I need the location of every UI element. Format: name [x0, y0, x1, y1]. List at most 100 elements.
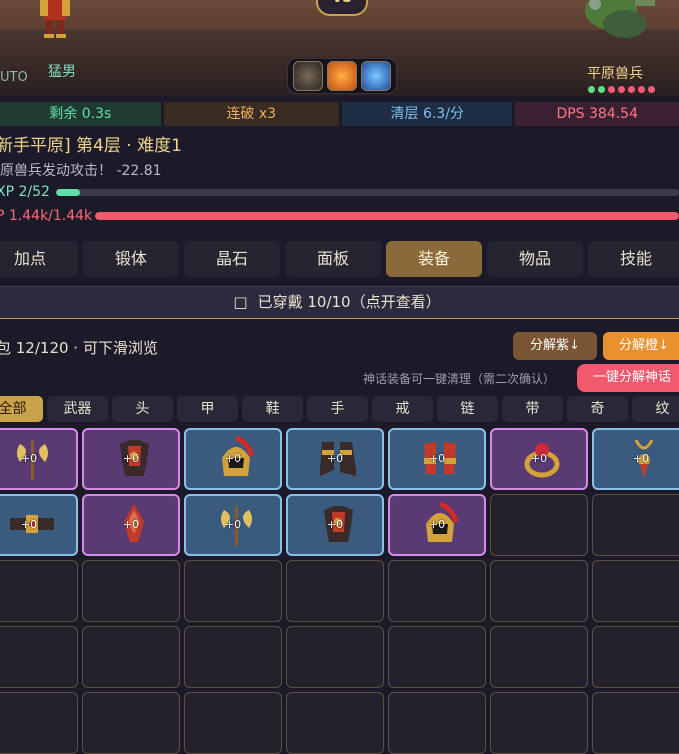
filter-3[interactable]: 甲	[177, 396, 238, 422]
item-level: +0	[224, 452, 242, 465]
tab-2[interactable]: 晶石	[184, 241, 280, 277]
inventory-slot-empty[interactable]	[592, 692, 679, 754]
inventory-slot-empty[interactable]	[592, 626, 679, 688]
tab-3[interactable]: 面板	[285, 241, 381, 277]
item-level: +0	[326, 452, 344, 465]
item-level: +0	[530, 452, 548, 465]
stat-chip: 剩余 0.3s	[0, 102, 161, 126]
inventory-slot-empty[interactable]	[184, 560, 282, 622]
decompose-myth-button[interactable]: 一键分解神话	[577, 364, 679, 392]
inventory-slot-empty[interactable]	[490, 560, 588, 622]
filter-8[interactable]: 带	[502, 396, 563, 422]
inventory-slot[interactable]: +0	[286, 428, 384, 490]
inventory-slot[interactable]: +0	[184, 428, 282, 490]
item-level: +0	[428, 518, 446, 531]
inventory-slot-empty[interactable]	[490, 692, 588, 754]
inventory-slot[interactable]: +0	[82, 428, 180, 490]
filter-1[interactable]: 武器	[47, 396, 108, 422]
inventory-slot-empty[interactable]	[286, 692, 384, 754]
inventory-slot[interactable]: +0	[82, 494, 180, 556]
inventory-slot[interactable]: +0	[388, 494, 486, 556]
equipped-summary-label: 已穿戴 10/10（点开查看）	[257, 293, 441, 311]
inventory-slot-empty[interactable]	[286, 626, 384, 688]
inventory-slot-empty[interactable]	[82, 692, 180, 754]
combat-log: 原兽兵发动攻击！ -22.81	[0, 163, 162, 179]
filter-7[interactable]: 链	[437, 396, 498, 422]
inventory-slot[interactable]: +0	[0, 494, 78, 556]
xp-label: XP 2/52	[0, 184, 50, 200]
skill-bar	[287, 58, 397, 94]
status-dot	[608, 86, 615, 93]
inventory-slot-empty[interactable]	[286, 560, 384, 622]
tab-5[interactable]: 物品	[487, 241, 583, 277]
vs-badge: VS	[316, 0, 368, 16]
inventory-slot[interactable]: +0	[0, 428, 78, 490]
inventory-slot-empty[interactable]	[592, 494, 679, 556]
frost-icon[interactable]	[361, 61, 391, 91]
wolf-icon[interactable]	[293, 61, 323, 91]
tab-4[interactable]: 装备	[386, 241, 482, 277]
filter-9[interactable]: 奇	[567, 396, 628, 422]
inventory-slot-empty[interactable]	[184, 692, 282, 754]
item-level: +0	[632, 452, 650, 465]
tab-1[interactable]: 锻体	[83, 241, 179, 277]
filter-0[interactable]: 全部	[0, 396, 43, 422]
inventory-slot-empty[interactable]	[388, 560, 486, 622]
tab-6[interactable]: 技能	[588, 241, 679, 277]
inventory-grid: +0 +0 +0 +0 +0 +0 +0 +0 +0 +0 +0 +0	[0, 428, 679, 754]
inventory-slot-empty[interactable]	[0, 626, 78, 688]
inventory-slot[interactable]: +0	[388, 428, 486, 490]
stat-chip: 连破 x3	[163, 102, 339, 126]
status-dot	[618, 86, 625, 93]
item-level: +0	[20, 518, 38, 531]
status-dot	[588, 86, 595, 93]
xp-bar	[56, 189, 679, 196]
tab-0[interactable]: 加点	[0, 241, 78, 277]
status-dot	[598, 86, 605, 93]
inventory-slot-empty[interactable]	[592, 560, 679, 622]
inventory-slot-empty[interactable]	[490, 494, 588, 556]
item-level: +0	[122, 452, 140, 465]
stat-chip: DPS 384.54	[515, 102, 679, 126]
battle-banner: VS UTO 猛男 平原兽兵	[0, 0, 679, 96]
inventory-slot[interactable]: +0	[286, 494, 384, 556]
auto-toggle[interactable]: UTO	[0, 70, 28, 85]
equipped-summary-button[interactable]: □ 已穿戴 10/10（点开查看）	[0, 286, 679, 319]
fire-icon[interactable]	[327, 61, 357, 91]
filter-5[interactable]: 手	[307, 396, 368, 422]
item-level: +0	[20, 452, 38, 465]
status-dot	[638, 86, 645, 93]
item-level: +0	[428, 452, 446, 465]
hp-label: P 1.44k/1.44k	[0, 208, 93, 224]
filter-2[interactable]: 头	[112, 396, 173, 422]
filter-10[interactable]: 纹	[632, 396, 679, 422]
status-dot	[628, 86, 635, 93]
inventory-slot-empty[interactable]	[490, 626, 588, 688]
inventory-slot[interactable]: +0	[490, 428, 588, 490]
inventory-slot-empty[interactable]	[184, 626, 282, 688]
enemy-sprite	[585, 0, 655, 38]
xp-bar-fill	[56, 189, 80, 196]
enemy-name: 平原兽兵	[587, 66, 643, 82]
decompose-purple-button[interactable]: 分解紫↓	[513, 332, 597, 360]
myth-hint-text: 神话装备可一键清理（需二次确认）	[363, 372, 556, 386]
inventory-slot-empty[interactable]	[82, 626, 180, 688]
inventory-slot-empty[interactable]	[82, 560, 180, 622]
decompose-orange-button[interactable]: 分解橙↓	[603, 332, 679, 360]
enemy-status-dots	[588, 86, 655, 93]
inventory-slot[interactable]: +0	[184, 494, 282, 556]
bag-capacity-label: 包 12/120 · 可下滑浏览	[0, 339, 158, 357]
inventory-slot[interactable]: +0	[592, 428, 679, 490]
inventory-slot-empty[interactable]	[0, 692, 78, 754]
inventory-slot-empty[interactable]	[388, 692, 486, 754]
hp-bar	[95, 212, 679, 220]
hero-sprite	[40, 0, 70, 38]
filter-6[interactable]: 戒	[372, 396, 433, 422]
inventory-slot-empty[interactable]	[388, 626, 486, 688]
hero-name: 猛男	[48, 64, 76, 80]
hp-bar-fill	[95, 212, 679, 220]
stat-strip: 剩余 0.3s 连破 x3 清层 6.3/分 DPS 384.54	[0, 102, 679, 126]
item-level: +0	[224, 518, 242, 531]
inventory-slot-empty[interactable]	[0, 560, 78, 622]
filter-4[interactable]: 鞋	[242, 396, 303, 422]
